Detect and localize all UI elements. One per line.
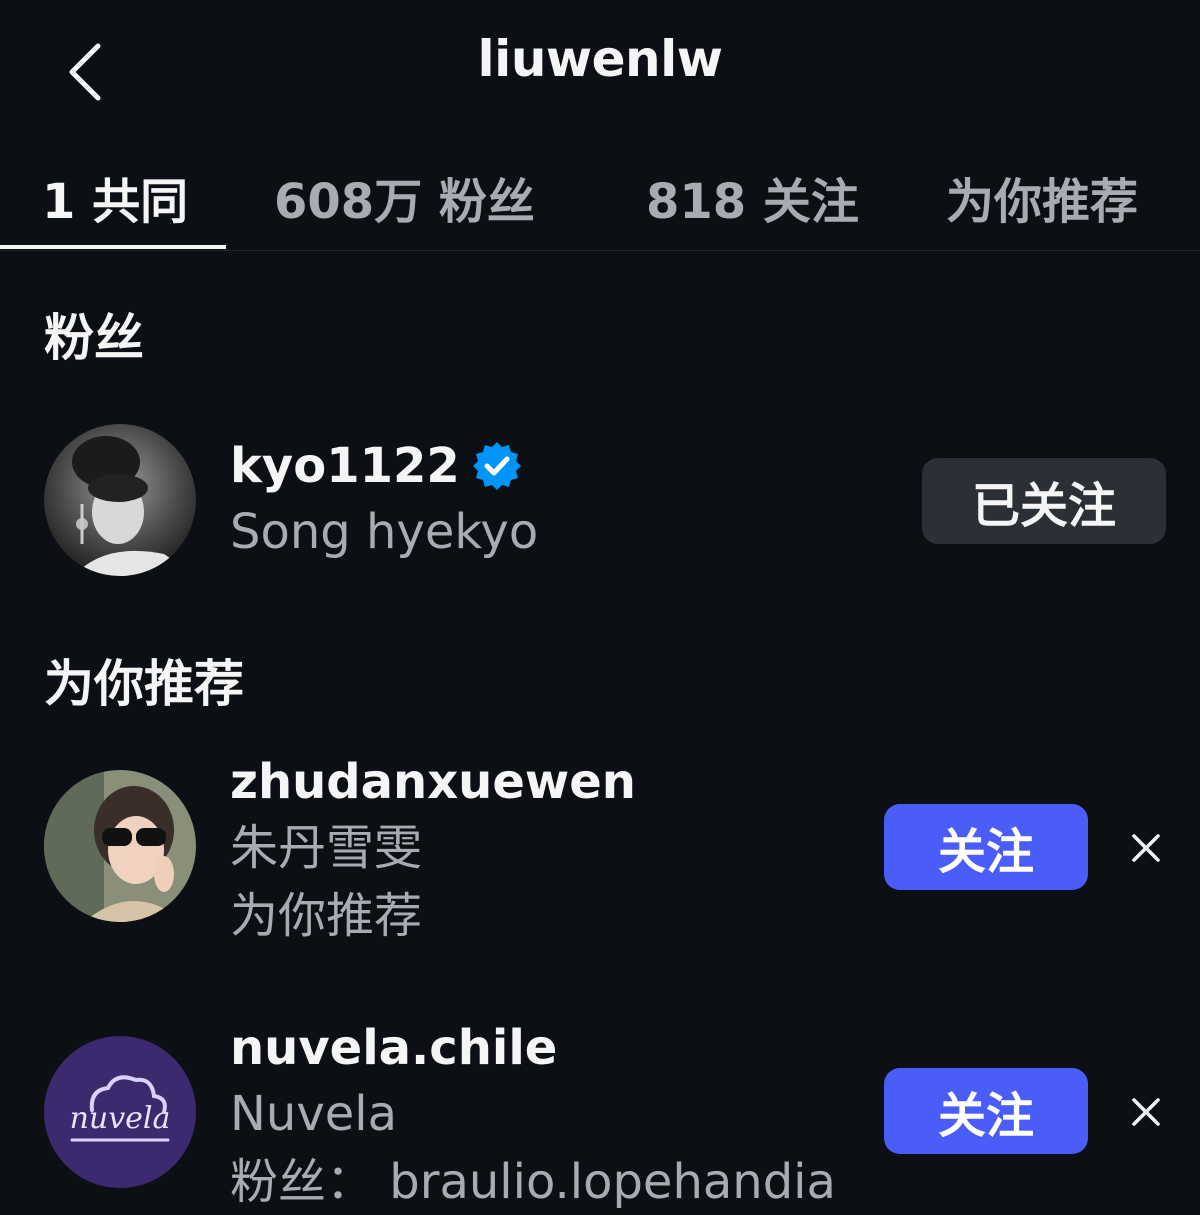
- followers-heading: 粉丝: [44, 309, 144, 367]
- close-icon: [1132, 834, 1160, 862]
- username-text: nuvela.chile: [230, 1020, 558, 1076]
- suggested-heading: 为你推荐: [44, 655, 244, 713]
- following-button[interactable]: 已关注: [922, 458, 1166, 544]
- avatar[interactable]: nuvela: [44, 1036, 196, 1188]
- full-name: Song hyekyo: [230, 504, 539, 560]
- username[interactable]: nuvela.chile: [230, 1016, 836, 1080]
- tab-followers[interactable]: 608万 粉丝: [274, 162, 535, 232]
- user-info: kyo1122 Song hyekyo: [230, 434, 538, 566]
- full-name: Nuvela: [230, 1086, 398, 1142]
- username[interactable]: kyo1122: [230, 434, 538, 498]
- username-text: zhudanxuewen: [230, 754, 636, 810]
- tab-suggested[interactable]: 为你推荐: [946, 162, 1138, 232]
- username[interactable]: zhudanxuewen: [230, 750, 636, 814]
- page-title: liuwenlw: [477, 30, 723, 88]
- suggestion-context: 为你推荐: [230, 888, 423, 944]
- verified-badge-icon: [470, 439, 524, 493]
- suggestion-context: 粉丝： braulio.lopehandia: [230, 1154, 836, 1210]
- username-text: kyo1122: [230, 438, 460, 494]
- tab-mutual[interactable]: 1 共同: [42, 162, 188, 232]
- tab-bar: 1 共同 608万 粉丝 818 关注 为你推荐: [0, 140, 1200, 251]
- tab-following[interactable]: 818 关注: [646, 162, 859, 232]
- user-info: nuvela.chile Nuvela 粉丝： braulio.lopehand…: [230, 1016, 836, 1215]
- nuvela-logo-text: nuvela: [70, 1101, 171, 1136]
- avatar[interactable]: [44, 770, 196, 922]
- user-info: zhudanxuewen 朱丹雪雯 为你推荐: [230, 750, 636, 950]
- dismiss-button[interactable]: [1122, 1088, 1170, 1136]
- avatar[interactable]: [44, 424, 196, 576]
- close-icon: [1132, 1098, 1160, 1126]
- active-tab-indicator: [0, 245, 226, 249]
- profile-connections-screen: liuwenlw 1 共同 608万 粉丝 818 关注 为你推荐 粉丝 kyo…: [0, 0, 1200, 1215]
- full-name: 朱丹雪雯: [230, 820, 423, 876]
- follow-button[interactable]: 关注: [884, 1068, 1088, 1154]
- follow-button[interactable]: 关注: [884, 804, 1088, 890]
- dismiss-button[interactable]: [1122, 824, 1170, 872]
